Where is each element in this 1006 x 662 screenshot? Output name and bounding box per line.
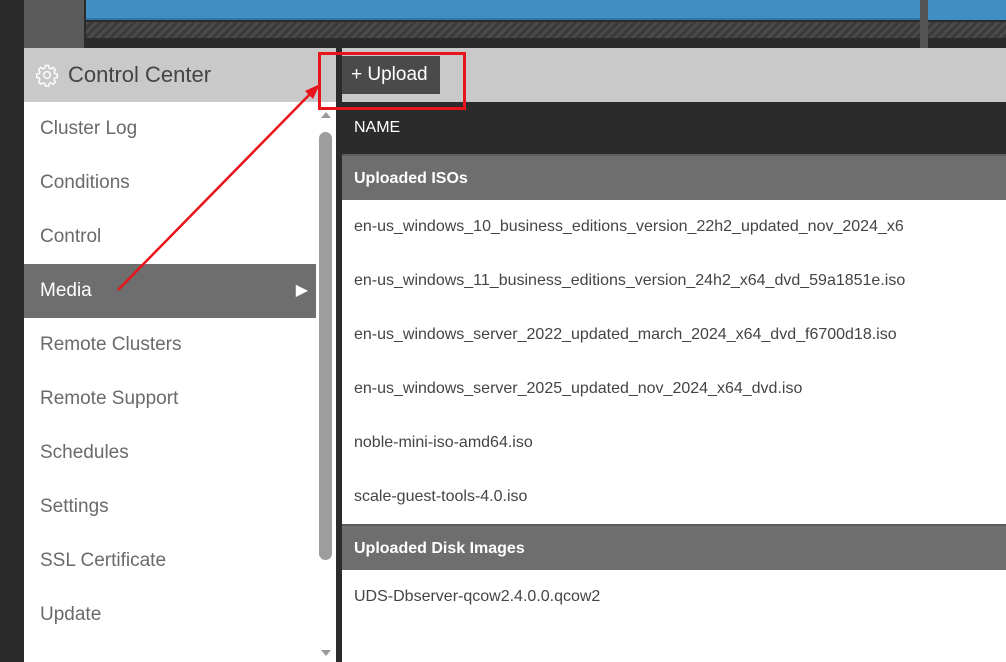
table-row[interactable]: en-us_windows_10_business_editions_versi…: [342, 200, 1006, 254]
sidebar-item-remote-support[interactable]: Remote Support: [24, 372, 316, 426]
left-rail: [0, 48, 24, 662]
sidebar-item-label: Remote Clusters: [40, 334, 182, 355]
top-hatch-2: [928, 22, 1006, 38]
table-row[interactable]: en-us_windows_11_business_editions_versi…: [342, 254, 1006, 308]
sidebar-header: Control Center: [24, 48, 336, 102]
sidebar-item-control[interactable]: Control: [24, 210, 316, 264]
column-header-name[interactable]: NAME: [342, 102, 1006, 154]
sidebar-item-label: SSL Certificate: [40, 550, 167, 571]
top-strip: [0, 0, 1006, 48]
group-row-uploaded-disk-images: Uploaded Disk Images: [342, 524, 1006, 570]
sidebar-item-ssl-certificate[interactable]: SSL Certificate: [24, 534, 316, 588]
top-hatch: [86, 22, 920, 38]
sidebar-item-remote-clusters[interactable]: Remote Clusters: [24, 318, 316, 372]
sidebar-item-cluster-log[interactable]: Cluster Log: [24, 102, 316, 156]
scrollbar-thumb[interactable]: [319, 132, 332, 560]
sidebar-item-settings[interactable]: Settings: [24, 480, 316, 534]
media-page: Control Center Cluster Log Conditions Co…: [0, 0, 1006, 662]
sidebar-item-schedules[interactable]: Schedules: [24, 426, 316, 480]
toolbar: + Upload: [342, 48, 1006, 102]
sidebar-item-media[interactable]: Media ▶: [24, 264, 316, 318]
sidebar-item-label: Remote Support: [40, 388, 179, 409]
sidebar-title: Control Center: [68, 62, 212, 87]
sidebar-item-label: Schedules: [40, 442, 129, 463]
top-progress-bar-2: [928, 0, 1006, 20]
group-row-uploaded-isos: Uploaded ISOs: [342, 154, 1006, 200]
table-row[interactable]: en-us_windows_server_2025_updated_nov_20…: [342, 362, 1006, 416]
scroll-down-icon[interactable]: [321, 650, 331, 656]
media-table: Uploaded ISOs en-us_windows_10_business_…: [342, 154, 1006, 624]
sidebar-scrollbar[interactable]: [316, 102, 336, 662]
top-tile: [24, 0, 84, 48]
media-panel: + Upload NAME Uploaded ISOs en-us_window…: [342, 48, 1006, 662]
gear-icon: [34, 62, 60, 88]
sidebar-item-label: Media: [40, 280, 92, 301]
scroll-up-icon[interactable]: [321, 112, 331, 118]
sidebar-nav: Cluster Log Conditions Control Media ▶ R…: [24, 102, 316, 642]
table-row[interactable]: UDS-Dbserver-qcow2.4.0.0.qcow2: [342, 570, 1006, 624]
table-row[interactable]: noble-mini-iso-amd64.iso: [342, 416, 1006, 470]
sidebar-item-label: Cluster Log: [40, 118, 138, 139]
top-progress-bar: [86, 0, 920, 20]
sidebar-item-label: Conditions: [40, 172, 130, 193]
sidebar: Control Center Cluster Log Conditions Co…: [24, 48, 336, 662]
sidebar-item-update[interactable]: Update: [24, 588, 316, 642]
table-row[interactable]: scale-guest-tools-4.0.iso: [342, 470, 1006, 524]
upload-button[interactable]: + Upload: [342, 56, 440, 94]
sidebar-item-label: Control: [40, 226, 102, 247]
top-separator: [920, 0, 928, 48]
sidebar-item-label: Settings: [40, 496, 109, 517]
sidebar-item-conditions[interactable]: Conditions: [24, 156, 316, 210]
sidebar-item-label: Update: [40, 604, 102, 625]
play-arrow-icon: ▶: [295, 282, 308, 299]
table-row[interactable]: en-us_windows_server_2022_updated_march_…: [342, 308, 1006, 362]
